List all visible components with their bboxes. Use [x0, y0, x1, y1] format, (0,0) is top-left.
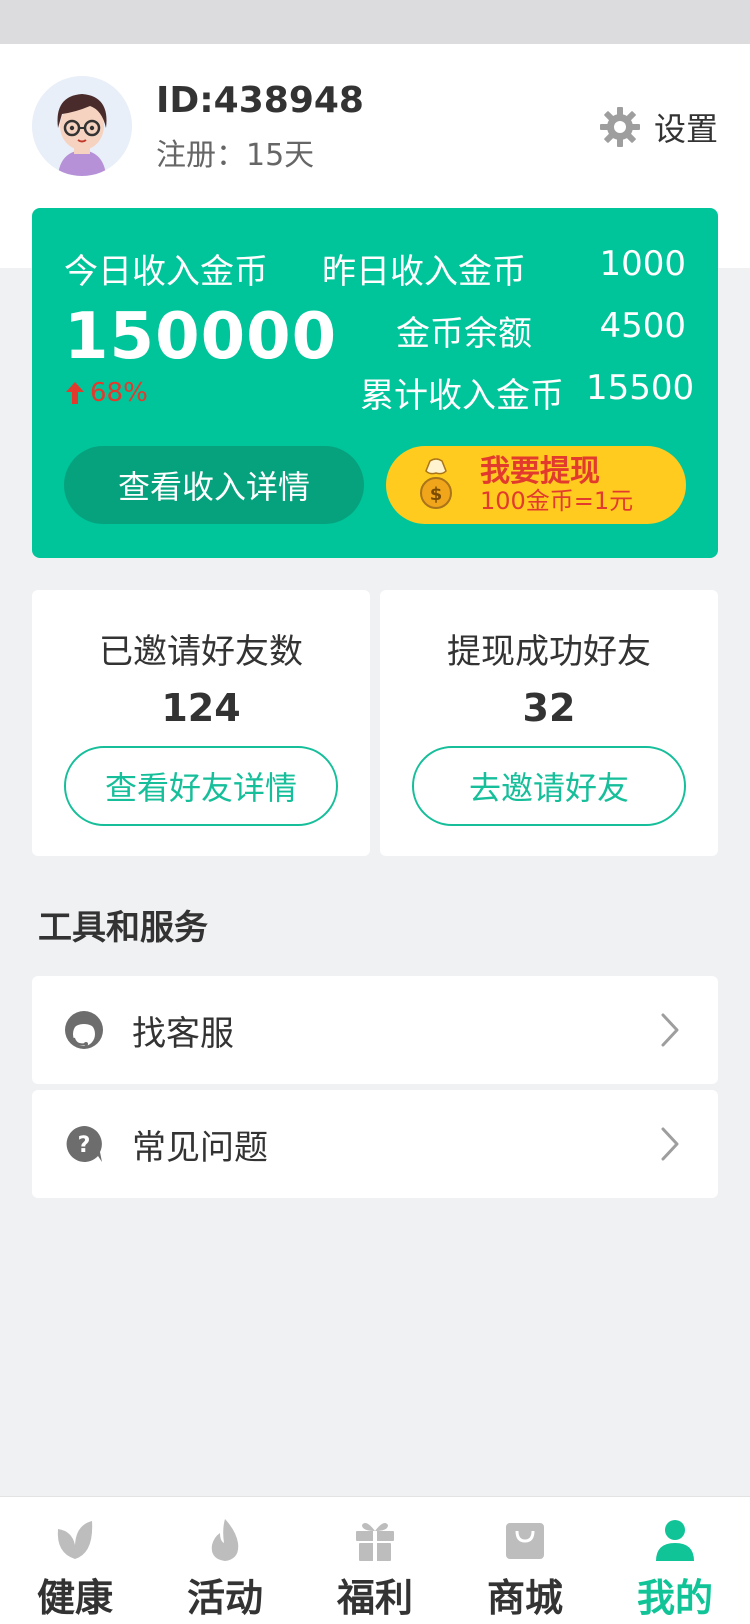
gift-icon	[356, 1523, 394, 1561]
total-income-value: 15500	[586, 368, 695, 408]
user-id: ID:438948	[156, 80, 364, 121]
today-income-value: 150000	[64, 300, 338, 374]
coin-hand-icon: $	[420, 458, 452, 509]
yesterday-income-value: 1000	[599, 244, 686, 284]
customer-service-icon	[65, 1011, 103, 1049]
income-card: 今日收入金币 150000 68% 昨日收入金币 1000 金币余额 4500 …	[32, 208, 718, 558]
today-change-percent: 68%	[90, 378, 148, 408]
withdrawn-friends-card: 提现成功好友 32 去邀请好友	[380, 590, 718, 856]
tab-health[interactable]: 健康	[0, 1497, 150, 1624]
user-icon	[656, 1520, 694, 1561]
invited-friends-label: 已邀请好友数	[99, 632, 303, 672]
withdraw-text: 我要提现 100金币=1元	[480, 455, 633, 514]
question-icon: ?	[66, 1126, 102, 1162]
withdraw-rate: 100金币=1元	[480, 487, 634, 516]
tab-mall[interactable]: 商城	[450, 1497, 600, 1624]
tab-mine[interactable]: 我的	[600, 1497, 750, 1624]
service-item-customer-service[interactable]: 找客服	[32, 976, 718, 1084]
settings-label: 设置	[653, 110, 718, 148]
view-income-detail-button[interactable]: 查看收入详情	[64, 446, 364, 524]
shopping-bag-icon	[506, 1523, 544, 1559]
chevron-right-icon	[661, 1013, 679, 1047]
gear-icon	[599, 107, 640, 147]
withdrawn-friends-count: 32	[522, 686, 576, 730]
tab-health-label: 健康	[36, 1576, 113, 1620]
tab-welfare[interactable]: 福利	[300, 1497, 450, 1624]
bottom-tab-bar: 健康 活动 福利 商城 我的	[0, 1496, 750, 1624]
balance-row: 金币余额 4500	[396, 306, 686, 355]
balance-label: 金币余额	[396, 314, 532, 354]
svg-text:$: $	[430, 484, 443, 505]
yesterday-income-row: 昨日收入金币 1000	[322, 244, 686, 293]
total-income-label: 累计收入金币	[360, 376, 564, 416]
service-item-faq[interactable]: ? 常见问题	[32, 1090, 718, 1198]
today-income-label: 今日收入金币	[64, 252, 268, 292]
withdraw-button[interactable]: $ 我要提现 100金币=1元	[386, 446, 686, 524]
withdrawn-friends-label: 提现成功好友	[447, 632, 651, 672]
tab-welfare-label: 福利	[336, 1576, 413, 1620]
svg-text:?: ?	[78, 1133, 91, 1158]
arrow-up-icon	[66, 382, 84, 404]
balance-value: 4500	[599, 306, 686, 346]
tab-mine-label: 我的	[636, 1576, 713, 1620]
view-friends-detail-button[interactable]: 查看好友详情	[64, 746, 338, 826]
status-bar	[0, 0, 750, 44]
today-income-change: 68%	[64, 378, 148, 408]
customer-service-label: 找客服	[132, 1013, 234, 1054]
invited-friends-count: 124	[161, 686, 241, 730]
flame-icon	[211, 1519, 239, 1561]
tab-activity[interactable]: 活动	[150, 1497, 300, 1624]
withdraw-title: 我要提现	[480, 454, 600, 490]
tab-mall-label: 商城	[486, 1576, 563, 1620]
register-duration: 注册：15天	[156, 138, 315, 173]
invite-friends-button[interactable]: 去邀请好友	[412, 746, 686, 826]
avatar-illustration	[32, 76, 132, 176]
avatar[interactable]	[32, 76, 132, 176]
tab-activity-label: 活动	[186, 1576, 263, 1620]
total-income-row: 累计收入金币 15500	[360, 368, 695, 417]
faq-label: 常见问题	[132, 1127, 268, 1168]
settings-button[interactable]: 设置	[598, 104, 718, 150]
chevron-right-icon	[661, 1127, 679, 1161]
leaf-icon	[57, 1521, 93, 1559]
tools-services-title: 工具和服务	[38, 908, 208, 948]
invited-friends-card: 已邀请好友数 124 查看好友详情	[32, 590, 370, 856]
yesterday-income-label: 昨日收入金币	[322, 252, 526, 292]
